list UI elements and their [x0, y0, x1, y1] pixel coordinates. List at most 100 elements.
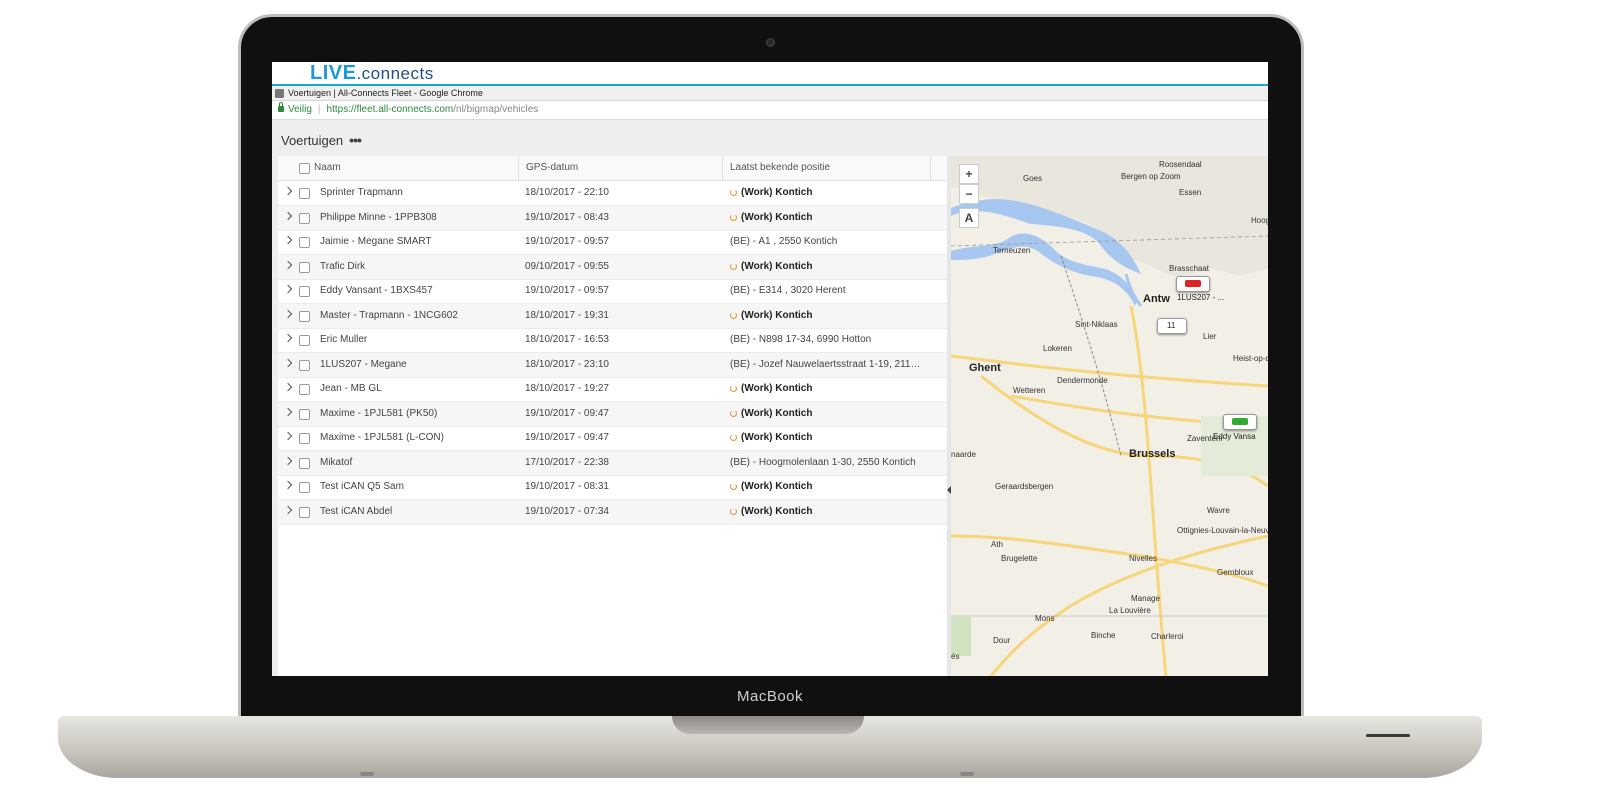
- expand-chevron-icon[interactable]: [283, 309, 293, 318]
- cell-gps-date: 19/10/2017 - 09:47: [525, 407, 609, 419]
- row-checkbox[interactable]: [299, 310, 310, 322]
- cell-last-position: (Work) Kontich: [730, 402, 926, 426]
- app-body: Voertuigen ••• Naam GPS-datum Laatst beke…: [272, 120, 1268, 676]
- table-row[interactable]: Maxime - 1PJL581 (L-CON) 19/10/2017 - 09:…: [278, 426, 947, 451]
- more-icon[interactable]: •••: [349, 132, 362, 148]
- map-place-label: Ottignies-Louvain-la-Neuve: [1177, 526, 1268, 535]
- expand-chevron-icon[interactable]: [283, 456, 293, 465]
- select-all-checkbox[interactable]: [299, 163, 310, 174]
- row-checkbox[interactable]: [299, 237, 310, 248]
- map-place-label: Binche: [1091, 631, 1116, 640]
- cell-last-position: (BE) - N898 17-34, 6990 Hotton: [730, 328, 926, 352]
- table-row[interactable]: Master - Trapmann - 1NCG602 18/10/2017 - …: [278, 303, 947, 329]
- cell-gps-date: 18/10/2017 - 16:53: [525, 334, 609, 345]
- row-checkbox[interactable]: [299, 286, 310, 297]
- position-text: (Work) Kontich: [741, 260, 813, 272]
- table-row[interactable]: Philippe Minne - 1PPB308 19/10/2017 - 08:…: [278, 205, 947, 231]
- map-panel[interactable]: + − A Roosendaal Goes Bergen op Zoom Essen H…: [951, 156, 1268, 676]
- expand-chevron-icon[interactable]: [283, 480, 293, 490]
- zoom-out-button[interactable]: −: [959, 184, 979, 204]
- cell-name: 1LUS207 - Megane: [320, 358, 407, 370]
- vehicle-marker-car[interactable]: [1176, 276, 1210, 292]
- window-title: Voertuigen | All-Connects Fleet - Google…: [288, 88, 483, 98]
- row-checkbox[interactable]: [299, 433, 310, 444]
- header-last-position[interactable]: Laatst bekende positie: [722, 156, 930, 180]
- map-place-label: Lier: [1203, 332, 1217, 341]
- row-checkbox[interactable]: [299, 335, 310, 346]
- map-place-label: Bergen op Zoom: [1121, 172, 1181, 181]
- table-row[interactable]: Eric Muller 18/10/2017 - 16:53 (BE) - N898…: [278, 328, 947, 353]
- map-place-label: Gembloux: [1217, 568, 1254, 577]
- row-checkbox[interactable]: [299, 188, 310, 199]
- expand-chevron-icon[interactable]: [283, 235, 293, 245]
- table-row[interactable]: Maxime - 1PJL581 (PK50) 19/10/2017 - 09:4…: [278, 401, 947, 427]
- table-header: Naam GPS-datum Laatst bekende positie: [278, 156, 947, 181]
- table-row[interactable]: Eddy Vansant - 1BXS457 19/10/2017 - 09:57…: [278, 279, 947, 304]
- expand-chevron-icon[interactable]: [283, 284, 293, 294]
- vehicle-marker-van[interactable]: [1223, 414, 1257, 430]
- row-checkbox[interactable]: [299, 261, 310, 273]
- row-checkbox[interactable]: [299, 482, 310, 493]
- cell-last-position: (BE) - A1 , 2550 Kontich: [730, 230, 926, 254]
- cell-name: Eric Muller: [320, 334, 368, 345]
- layer-button[interactable]: A: [959, 208, 979, 228]
- table-row[interactable]: Jaimie - Megane SMART 19/10/2017 - 09:57 (…: [278, 230, 947, 255]
- zoom-in-button[interactable]: +: [959, 164, 979, 184]
- table-row[interactable]: Test iCAN Abdel 19/10/2017 - 07:34 (Work) …: [278, 499, 947, 525]
- expand-chevron-icon[interactable]: [283, 211, 293, 220]
- table-row[interactable]: Sprinter Trapmann 18/10/2017 - 22:10 (Work…: [278, 181, 947, 206]
- secure-label: Veilig: [288, 104, 312, 115]
- row-checkbox[interactable]: [299, 408, 310, 420]
- geofence-icon: [730, 311, 737, 319]
- cell-name: Test iCAN Abdel: [320, 505, 393, 517]
- window-title-bar: Voertuigen | All-Connects Fleet - Google…: [272, 86, 1268, 101]
- map-place-label: Essen: [1179, 188, 1202, 197]
- table-row[interactable]: Trafic Dirk 09/10/2017 - 09:55 (Work) Kont…: [278, 254, 947, 280]
- position-text: (BE) - E314 , 3020 Herent: [730, 285, 846, 296]
- map-place-label: Heist-op-den: [1233, 354, 1268, 363]
- expand-chevron-icon[interactable]: [283, 333, 293, 343]
- map-place-label: Mons: [1035, 614, 1055, 623]
- header-name[interactable]: Naam: [314, 156, 341, 180]
- map-place-label: Manage: [1131, 594, 1160, 603]
- position-text: (Work) Kontich: [741, 407, 813, 419]
- table-row[interactable]: 1LUS207 - Megane 18/10/2017 - 23:10 (BE) -…: [278, 352, 947, 378]
- table-row[interactable]: Test iCAN Q5 Sam 19/10/2017 - 08:31 (Work)…: [278, 475, 947, 500]
- logo-suffix: .connects: [356, 64, 434, 83]
- map-place-label: Dour: [993, 636, 1011, 645]
- cell-name: Eddy Vansant - 1BXS457: [320, 285, 433, 296]
- map-place-label: Ath: [991, 540, 1004, 549]
- map-place-label: Brasschaat: [1169, 264, 1210, 273]
- row-checkbox[interactable]: [299, 506, 310, 518]
- expand-chevron-icon[interactable]: [283, 431, 293, 441]
- row-checkbox[interactable]: [299, 212, 310, 224]
- cell-gps-date: 19/10/2017 - 08:43: [525, 211, 609, 223]
- row-checkbox[interactable]: [299, 359, 310, 371]
- expand-chevron-icon[interactable]: [283, 358, 293, 367]
- page-header: Voertuigen •••: [281, 132, 362, 148]
- cell-name: Master - Trapmann - 1NCG602: [320, 309, 458, 321]
- map-place-label: Brugelette: [1001, 554, 1038, 563]
- map-place-label: Wavre: [1207, 506, 1230, 515]
- position-text: (Work) Kontich: [741, 432, 813, 443]
- row-checkbox[interactable]: [299, 384, 310, 395]
- expand-chevron-icon[interactable]: [283, 407, 293, 416]
- cell-gps-date: 19/10/2017 - 09:57: [525, 285, 609, 296]
- expand-chevron-icon[interactable]: [283, 382, 293, 392]
- expand-chevron-icon[interactable]: [283, 260, 293, 269]
- cell-gps-date: 19/10/2017 - 07:34: [525, 505, 609, 517]
- row-checkbox[interactable]: [299, 457, 310, 469]
- map-place-label: és: [951, 652, 960, 661]
- cell-gps-date: 18/10/2017 - 23:10: [525, 358, 609, 370]
- table-row[interactable]: Mikatof 17/10/2017 - 22:38 (BE) - Hoogmole…: [278, 450, 947, 476]
- table-row[interactable]: Jean - MB GL 18/10/2017 - 19:27 (Work) Kon…: [278, 377, 947, 402]
- expand-chevron-icon[interactable]: [283, 505, 293, 514]
- map-place-label: Ghent: [969, 362, 1001, 374]
- cell-last-position: (Work) Kontich: [730, 377, 926, 401]
- vehicle-marker-label: Eddy Vansa: [1213, 432, 1256, 441]
- cell-name: Mikatof: [320, 456, 353, 468]
- expand-chevron-icon[interactable]: [283, 186, 293, 196]
- header-gps-date[interactable]: GPS-datum: [518, 156, 722, 180]
- address-bar[interactable]: Veilig | https://fleet.all-connects.com/nl…: [272, 101, 1268, 120]
- cell-name: Maxime - 1PJL581 (L-CON): [320, 432, 444, 443]
